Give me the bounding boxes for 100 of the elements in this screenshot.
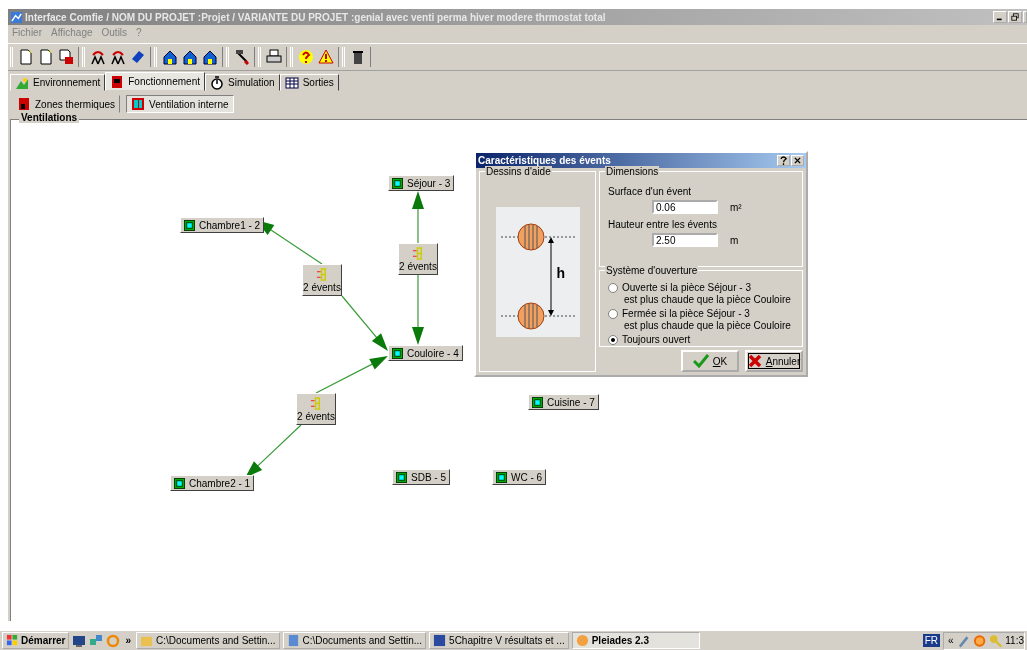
- stopwatch-icon: [210, 75, 224, 90]
- hammer-icon[interactable]: [233, 48, 251, 66]
- windows-flag-icon: [6, 634, 19, 647]
- groupbox-title: Système d'ouverture: [605, 265, 699, 276]
- input-field[interactable]: 2.50: [652, 233, 718, 247]
- radio-button[interactable]: [608, 334, 618, 345]
- unit-label: m: [730, 234, 739, 246]
- groupbox-title: Dessins d'aide: [485, 166, 552, 177]
- vent-label: 2 évents: [303, 281, 341, 293]
- document-icon: [433, 634, 447, 647]
- room-node[interactable]: Séjour - 3: [388, 175, 455, 191]
- taskbar-button[interactable]: Pleiades 2.3: [571, 632, 700, 649]
- clock: 11:3: [1005, 635, 1024, 646]
- vent-node[interactable]: 2 évents: [398, 243, 438, 275]
- group-title: Ventilations: [19, 112, 80, 123]
- tab[interactable]: Environnement: [10, 74, 106, 91]
- new-document-icon[interactable]: [17, 48, 35, 66]
- vent-node[interactable]: 2 évents: [296, 393, 336, 425]
- room-label: Couloire - 4: [407, 347, 459, 359]
- radio-button[interactable]: [608, 308, 618, 319]
- room-icon: [392, 177, 403, 189]
- language-indicator[interactable]: FR: [922, 634, 940, 647]
- groupbox-title: Dimensions: [605, 166, 660, 177]
- restore-icon: [1011, 13, 1019, 21]
- option-label[interactable]: Toujours ouvert: [622, 334, 691, 345]
- restore-button[interactable]: [1008, 11, 1022, 23]
- grid-icon: [284, 75, 299, 90]
- landscape-icon: [15, 75, 29, 90]
- input-field[interactable]: 0.06: [652, 200, 718, 214]
- room-node[interactable]: SDB - 5: [392, 469, 450, 485]
- house-icon[interactable]: [161, 48, 179, 66]
- window-icon: [286, 634, 300, 647]
- font-icon[interactable]: [89, 48, 107, 66]
- app-icon: [10, 10, 23, 24]
- room-label: Cuisine - 7: [547, 396, 595, 408]
- close-icon: [794, 157, 801, 164]
- cancel-button[interactable]: Annuler: [745, 350, 803, 372]
- font-icon[interactable]: [109, 48, 127, 66]
- vent-icon: [315, 267, 329, 281]
- check-icon: [692, 354, 709, 368]
- ventilation-icon: [131, 97, 146, 111]
- window-title: Interface Comfie / NOM DU PROJET :Projet / VARIANTE DU PROJET :genial avec venti perma hiver modere thrmostat total: [25, 11, 607, 23]
- room-label: WC - 6: [511, 471, 543, 483]
- room-icon: [396, 471, 407, 483]
- building-icon: [110, 74, 125, 89]
- arrow: [412, 274, 424, 345]
- option-label[interactable]: Ouverte si la pièce Séjour - 3: [622, 282, 751, 293]
- room-icon: [392, 347, 403, 359]
- tab[interactable]: Ventilation interne: [126, 95, 234, 113]
- desktop-icon[interactable]: [72, 633, 87, 648]
- app-icon: [575, 634, 589, 647]
- ok-button[interactable]: OK: [681, 350, 739, 372]
- building-icon: [17, 97, 31, 111]
- start-button[interactable]: Démarrer: [2, 632, 70, 649]
- minimize-button[interactable]: [993, 11, 1007, 23]
- tray-toggle[interactable]: «: [948, 635, 954, 646]
- cross-icon: [747, 354, 762, 368]
- file-icon[interactable]: [37, 48, 55, 66]
- vent-label: 2 évents: [297, 410, 335, 422]
- more-button[interactable]: »: [123, 635, 134, 646]
- house-icon[interactable]: [181, 48, 199, 66]
- option-label[interactable]: Fermée si la pièce Séjour - 3: [622, 308, 750, 319]
- room-icon: [532, 396, 543, 408]
- tab[interactable]: Simulation: [205, 74, 280, 91]
- field-label: Hauteur entre les évents: [608, 219, 718, 230]
- vent-node[interactable]: 2 évents: [302, 264, 342, 296]
- room-icon: [496, 471, 507, 483]
- room-node[interactable]: Couloire - 4: [388, 345, 463, 361]
- help-icon[interactable]: [297, 48, 315, 66]
- taskbar-button[interactable]: C:\Documents and Settin...: [282, 632, 427, 649]
- save-icon[interactable]: [57, 48, 75, 66]
- room-label: Séjour - 3: [407, 177, 451, 189]
- room-label: Chambre2 - 1: [189, 477, 251, 489]
- vent-icon: [411, 246, 425, 260]
- dialog-title: Caractéristiques des évents: [478, 155, 611, 166]
- option-label: est plus chaude que la pièce Couloire: [623, 294, 792, 307]
- room-icon: [184, 219, 195, 231]
- folder-icon: [140, 634, 154, 647]
- printer-icon[interactable]: [265, 48, 283, 66]
- radio-button[interactable]: [608, 282, 618, 293]
- help-button[interactable]: [777, 155, 790, 166]
- room-label: SDB - 5: [411, 471, 446, 483]
- taskbar-button[interactable]: 5Chapitre V résultats et ...: [429, 632, 569, 649]
- tab[interactable]: Sorties: [279, 74, 339, 91]
- dimension-label: h: [556, 264, 566, 281]
- house-icon[interactable]: [201, 48, 219, 66]
- room-node[interactable]: WC - 6: [492, 469, 547, 485]
- room-node[interactable]: Chambre1 - 2: [180, 217, 265, 233]
- warning-icon[interactable]: [317, 48, 335, 66]
- room-node[interactable]: Cuisine - 7: [528, 394, 599, 410]
- eraser-icon[interactable]: [129, 48, 147, 66]
- arrow: [341, 295, 388, 351]
- arrow: [245, 424, 302, 478]
- unit-label: m²: [730, 201, 742, 213]
- vent-icon: [309, 396, 323, 410]
- taskbar-button[interactable]: C:\Documents and Settin...: [136, 632, 280, 649]
- tab[interactable]: Fonctionnement: [105, 72, 205, 91]
- room-node[interactable]: Chambre2 - 1: [170, 475, 255, 491]
- arrow: [412, 191, 424, 244]
- room-icon: [174, 477, 185, 489]
